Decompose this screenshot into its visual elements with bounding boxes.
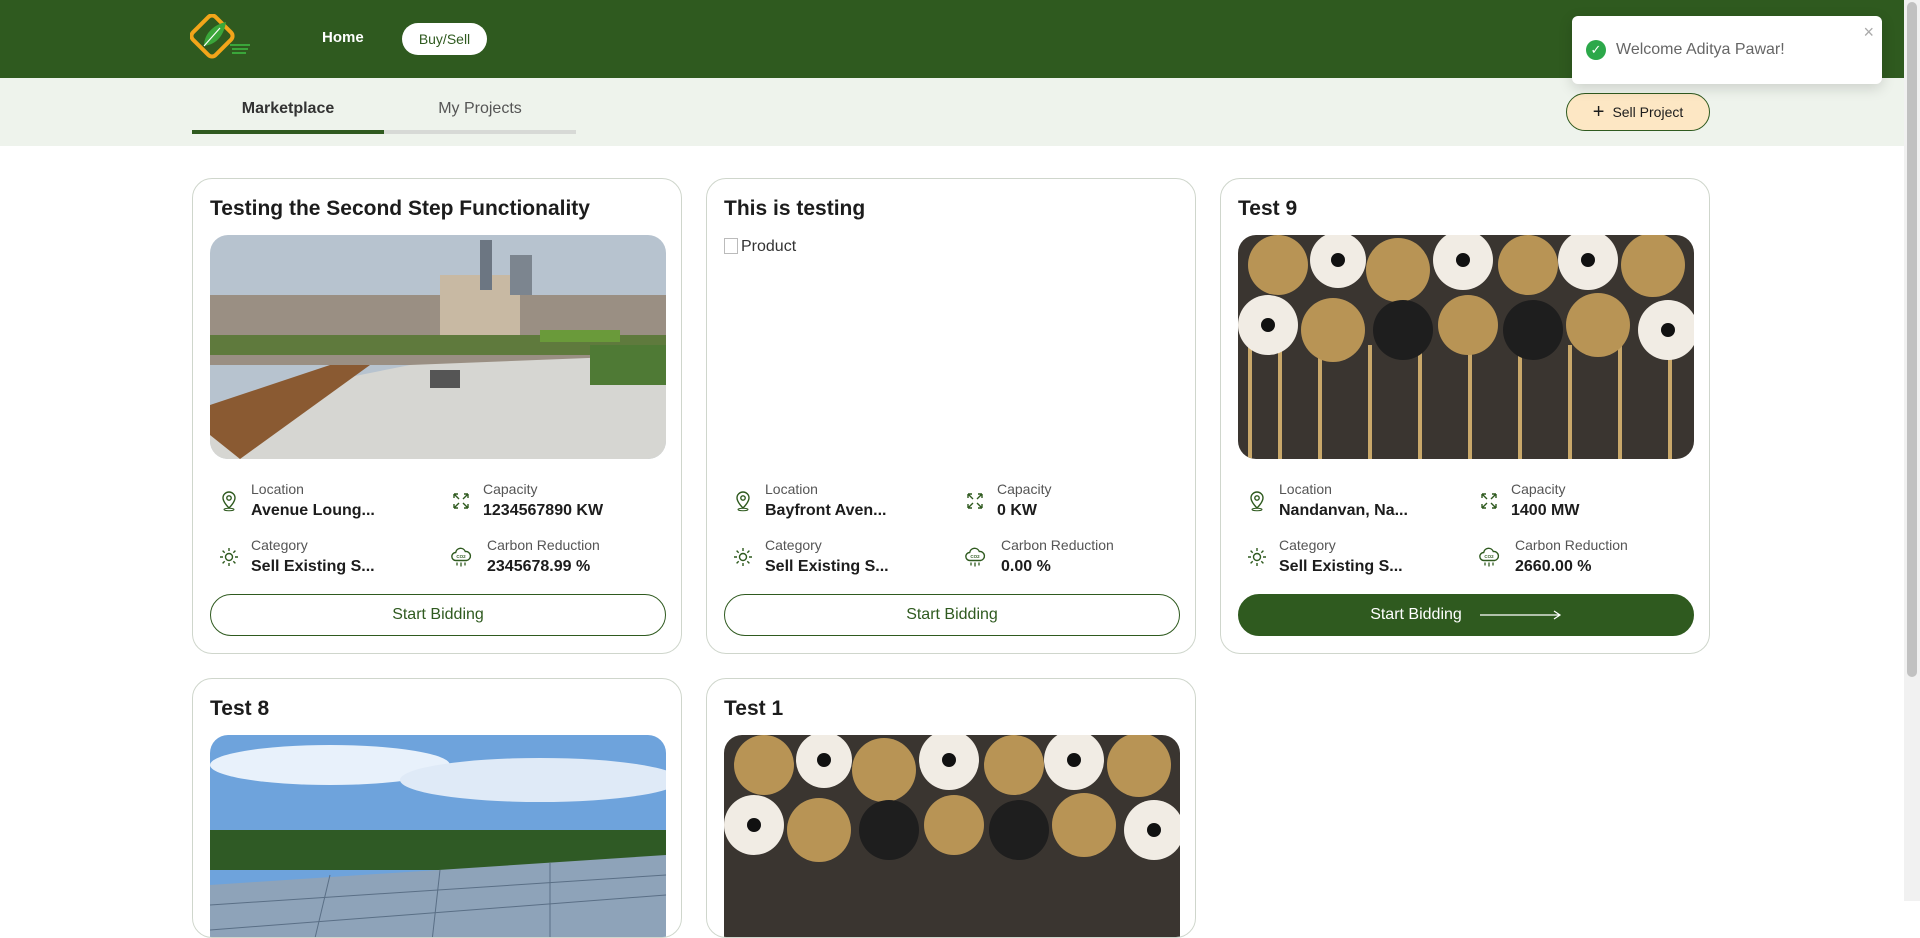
carbon-label: Carbon Reduction (1515, 537, 1628, 553)
location-label: Location (765, 481, 818, 497)
project-image[interactable] (724, 735, 1180, 938)
location-value: Avenue Loung... (251, 502, 375, 519)
project-card: Test 8 (192, 678, 682, 938)
plus-icon: + (1592, 101, 1605, 123)
category-label: Category (765, 537, 822, 553)
broken-image-icon (724, 238, 738, 254)
capacity-value: 0 KW (997, 502, 1037, 519)
arrow-right-icon (1479, 610, 1561, 620)
nav-home-link[interactable]: Home (322, 29, 364, 46)
sell-project-label: Sell Project (1612, 104, 1684, 120)
toast-message: Welcome Aditya Pawar! (1616, 41, 1785, 58)
broken-image[interactable]: Product (724, 238, 796, 256)
co2-cloud-icon (963, 545, 987, 569)
start-bidding-label: Start Bidding (392, 606, 484, 623)
tab-marketplace[interactable]: Marketplace (192, 100, 384, 118)
project-title: Test 1 (724, 697, 784, 720)
co2-cloud-icon (1477, 545, 1501, 569)
project-image[interactable] (210, 735, 666, 938)
tab-active-indicator (192, 130, 384, 134)
carbon-value: 0.00 % (1001, 558, 1051, 575)
capacity-label: Capacity (997, 481, 1052, 497)
scrollbar-thumb[interactable] (1907, 2, 1917, 677)
project-card: Testing the Second Step Functionality Lo… (192, 178, 682, 654)
sun-icon (1245, 545, 1269, 569)
broken-image-alt: Product (741, 238, 797, 255)
project-image[interactable] (1238, 235, 1694, 459)
carbon-label: Carbon Reduction (487, 537, 600, 553)
location-label: Location (1279, 481, 1332, 497)
project-title: Test 8 (210, 697, 270, 720)
sun-icon (217, 545, 241, 569)
start-bidding-button[interactable]: Start Bidding (1238, 594, 1694, 636)
category-value: Sell Existing S... (251, 558, 375, 575)
start-bidding-label: Start Bidding (906, 606, 998, 623)
project-card: Test 1 (706, 678, 1196, 938)
expand-icon (449, 489, 473, 513)
page-scrollbar[interactable] (1904, 0, 1920, 901)
location-label: Location (251, 481, 304, 497)
brand-logo[interactable] (190, 14, 254, 64)
capacity-label: Capacity (483, 481, 538, 497)
close-icon[interactable]: × (1863, 22, 1874, 43)
expand-icon (1477, 489, 1501, 513)
start-bidding-button[interactable]: Start Bidding (210, 594, 666, 636)
location-value: Bayfront Aven... (765, 502, 887, 519)
category-label: Category (251, 537, 308, 553)
carbon-value: 2660.00 % (1515, 558, 1592, 575)
start-bidding-label: Start Bidding (1370, 606, 1462, 623)
start-bidding-button[interactable]: Start Bidding (724, 594, 1180, 636)
check-circle-icon: ✓ (1586, 40, 1606, 60)
project-card: Test 9 Location Nandanvan, Na... Capacit… (1220, 178, 1710, 654)
location-pin-icon (1245, 489, 1269, 513)
project-title: Test 9 (1238, 197, 1298, 220)
project-card: This is testing Product Location Bayfron… (706, 178, 1196, 654)
project-title: This is testing (724, 197, 866, 220)
location-pin-icon (217, 489, 241, 513)
category-label: Category (1279, 537, 1336, 553)
sell-project-button[interactable]: + Sell Project (1566, 93, 1710, 131)
carbon-value: 2345678.99 % (487, 558, 591, 575)
project-image[interactable] (210, 235, 666, 459)
expand-icon (963, 489, 987, 513)
category-value: Sell Existing S... (765, 558, 889, 575)
project-title: Testing the Second Step Functionality (210, 197, 590, 220)
location-pin-icon (731, 489, 755, 513)
capacity-label: Capacity (1511, 481, 1566, 497)
co2-cloud-icon (449, 545, 473, 569)
tab-inactive-indicator (384, 130, 576, 134)
sun-icon (731, 545, 755, 569)
welcome-toast: ✓ Welcome Aditya Pawar! × (1572, 16, 1882, 84)
capacity-value: 1400 MW (1511, 502, 1580, 519)
tab-my-projects[interactable]: My Projects (384, 100, 576, 118)
nav-buy-sell-link[interactable]: Buy/Sell (402, 23, 487, 55)
capacity-value: 1234567890 KW (483, 502, 604, 519)
category-value: Sell Existing S... (1279, 558, 1403, 575)
location-value: Nandanvan, Na... (1279, 502, 1408, 519)
carbon-label: Carbon Reduction (1001, 537, 1114, 553)
